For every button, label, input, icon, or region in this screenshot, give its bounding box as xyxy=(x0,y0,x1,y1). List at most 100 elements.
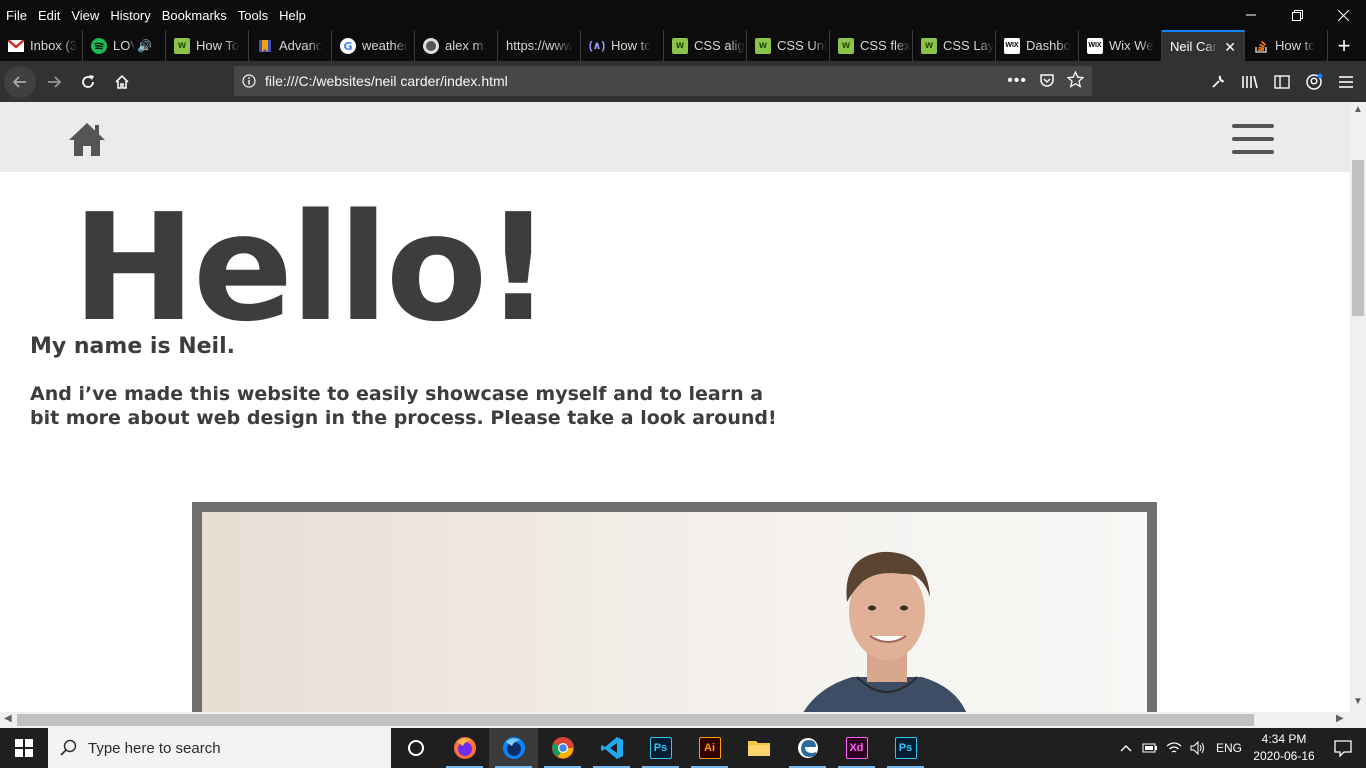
menu-bar: File Edit View History Bookmarks Tools H… xyxy=(0,0,1366,30)
account-icon[interactable] xyxy=(1298,66,1330,98)
site-header xyxy=(0,102,1350,172)
sidebar-icon[interactable] xyxy=(1266,66,1298,98)
portrait-photo xyxy=(202,512,1147,712)
system-tray: ENG 4:34 PM 2020-06-16 xyxy=(1114,728,1366,768)
menu-help[interactable]: Help xyxy=(279,8,306,23)
menu-tools[interactable]: Tools xyxy=(238,8,268,23)
illustrator-taskbar-button[interactable]: Ai xyxy=(685,728,734,768)
bookmark-star-icon[interactable] xyxy=(1066,70,1085,91)
url-text[interactable]: file:///C:/websites/neil carder/index.ht… xyxy=(265,73,508,89)
tab-stackoverflow[interactable]: How to xyxy=(1245,30,1328,61)
forward-button[interactable] xyxy=(38,66,70,98)
taskbar-apps: Ps Ai Xd Ps xyxy=(391,728,930,768)
tab-label: https://www xyxy=(506,38,574,53)
tab-css-units[interactable]: w CSS Uni xyxy=(747,30,830,61)
menu-view[interactable]: View xyxy=(71,8,99,23)
scroll-left-icon[interactable]: ◀ xyxy=(4,713,12,724)
wifi-icon[interactable] xyxy=(1162,741,1186,755)
wix-icon: WIX xyxy=(1087,37,1103,54)
vertical-scrollbar[interactable]: ▲ ▼ xyxy=(1350,102,1366,712)
menu-bookmarks[interactable]: Bookmarks xyxy=(162,8,227,23)
folder-icon xyxy=(747,741,770,756)
new-tab-button[interactable]: + xyxy=(1328,30,1360,61)
horizontal-scrollbar[interactable]: ◀ ▶ xyxy=(0,712,1350,728)
menu-file[interactable]: File xyxy=(6,8,27,23)
tab-url[interactable]: https://www xyxy=(498,30,581,61)
info-icon[interactable] xyxy=(234,74,264,88)
clock[interactable]: 4:34 PM 2020-06-16 xyxy=(1248,731,1320,765)
scroll-right-icon[interactable]: ▶ xyxy=(1336,713,1344,724)
vscode-taskbar-button[interactable] xyxy=(587,728,636,768)
battery-icon[interactable] xyxy=(1138,742,1162,754)
restore-button[interactable] xyxy=(1274,0,1320,30)
close-window-button[interactable] xyxy=(1320,0,1366,30)
green-grid-icon: w xyxy=(838,37,854,54)
scroll-up-icon[interactable]: ▲ xyxy=(1353,104,1363,115)
library-icon[interactable] xyxy=(1234,66,1266,98)
close-tab-icon[interactable]: ✕ xyxy=(1224,39,1236,56)
home-icon[interactable] xyxy=(68,122,106,161)
photoshop-taskbar-button[interactable]: Ps xyxy=(636,728,685,768)
menu-history[interactable]: History xyxy=(110,8,150,23)
tab-neil-carder[interactable]: Neil Carc ✕ xyxy=(1162,30,1245,61)
chevron-up-icon[interactable] xyxy=(1114,744,1138,752)
tab-wix[interactable]: WIX Wix We xyxy=(1079,30,1162,61)
taskbar-search[interactable]: Type here to search xyxy=(48,728,391,768)
chrome-taskbar-button[interactable] xyxy=(538,728,587,768)
tab-label: Advanc xyxy=(279,38,323,53)
cortana-icon xyxy=(407,740,424,756)
url-bar-actions: ••• xyxy=(1007,66,1085,96)
tab-spotify[interactable]: LOVE 🔊 xyxy=(83,30,166,61)
tab-how-to[interactable]: w How To xyxy=(166,30,249,61)
photoshop-2-taskbar-button[interactable]: Ps xyxy=(881,728,930,768)
minimize-button[interactable] xyxy=(1228,0,1274,30)
menu-edit[interactable]: Edit xyxy=(38,8,60,23)
pocket-icon[interactable] xyxy=(1039,72,1055,91)
search-placeholder: Type here to search xyxy=(88,739,221,757)
portrait-illustration xyxy=(803,551,967,712)
windows-logo-icon xyxy=(15,739,33,757)
back-button[interactable] xyxy=(4,65,36,98)
page-actions-icon[interactable]: ••• xyxy=(1007,72,1027,90)
tab-how-to-2[interactable]: (∧) How to xyxy=(581,30,664,61)
tab-gmail[interactable]: Inbox (3 xyxy=(0,30,83,61)
tab-css-layout[interactable]: w CSS Lay xyxy=(913,30,996,61)
wrench-icon[interactable] xyxy=(1202,66,1234,98)
tab-alex[interactable]: alex m. xyxy=(415,30,498,61)
tab-label: How to xyxy=(1275,38,1316,53)
tab-css-flex[interactable]: w CSS flex xyxy=(830,30,913,61)
firefox-developer-icon xyxy=(502,737,525,759)
language-indicator[interactable]: ENG xyxy=(1210,741,1248,755)
stackoverflow-icon xyxy=(1253,38,1269,54)
volume-icon[interactable] xyxy=(1186,741,1210,755)
horizontal-scroll-thumb[interactable] xyxy=(17,714,1254,726)
tab-label: CSS Lay xyxy=(943,38,995,53)
speaker-icon[interactable]: 🔊 xyxy=(137,39,152,53)
home-button[interactable] xyxy=(106,66,138,98)
scroll-down-icon[interactable]: ▼ xyxy=(1353,696,1363,707)
tab-weather[interactable]: G weather xyxy=(332,30,415,61)
chrome-icon xyxy=(551,737,574,759)
reload-button[interactable] xyxy=(72,66,104,98)
tab-css-align[interactable]: w CSS alig xyxy=(664,30,747,61)
nav-menu-icon[interactable] xyxy=(1232,122,1274,161)
tab-label: Inbox (3 xyxy=(30,38,77,53)
green-grid-icon: w xyxy=(672,37,688,54)
xd-taskbar-button[interactable]: Xd xyxy=(832,728,881,768)
firefox-dev-taskbar-button[interactable] xyxy=(489,728,538,768)
url-bar[interactable]: file:///C:/websites/neil carder/index.ht… xyxy=(234,66,1092,96)
tab-label: How To xyxy=(196,38,240,53)
file-explorer-taskbar-button[interactable] xyxy=(734,728,783,768)
tab-advanced[interactable]: Advanc xyxy=(249,30,332,61)
hamburger-menu-icon[interactable] xyxy=(1330,66,1362,98)
start-button[interactable] xyxy=(0,728,48,768)
notifications-icon[interactable] xyxy=(1320,739,1366,757)
tab-label: weather xyxy=(362,38,409,53)
cortana-button[interactable] xyxy=(391,728,440,768)
tab-dashboard[interactable]: WIX Dashbo xyxy=(996,30,1079,61)
edge-taskbar-button[interactable] xyxy=(783,728,832,768)
page-viewport: Hello! My name is Neil. And i’ve made th… xyxy=(0,102,1350,712)
vertical-scroll-thumb[interactable] xyxy=(1352,160,1364,316)
scrollbar-corner xyxy=(1350,712,1366,728)
firefox-taskbar-button[interactable] xyxy=(440,728,489,768)
